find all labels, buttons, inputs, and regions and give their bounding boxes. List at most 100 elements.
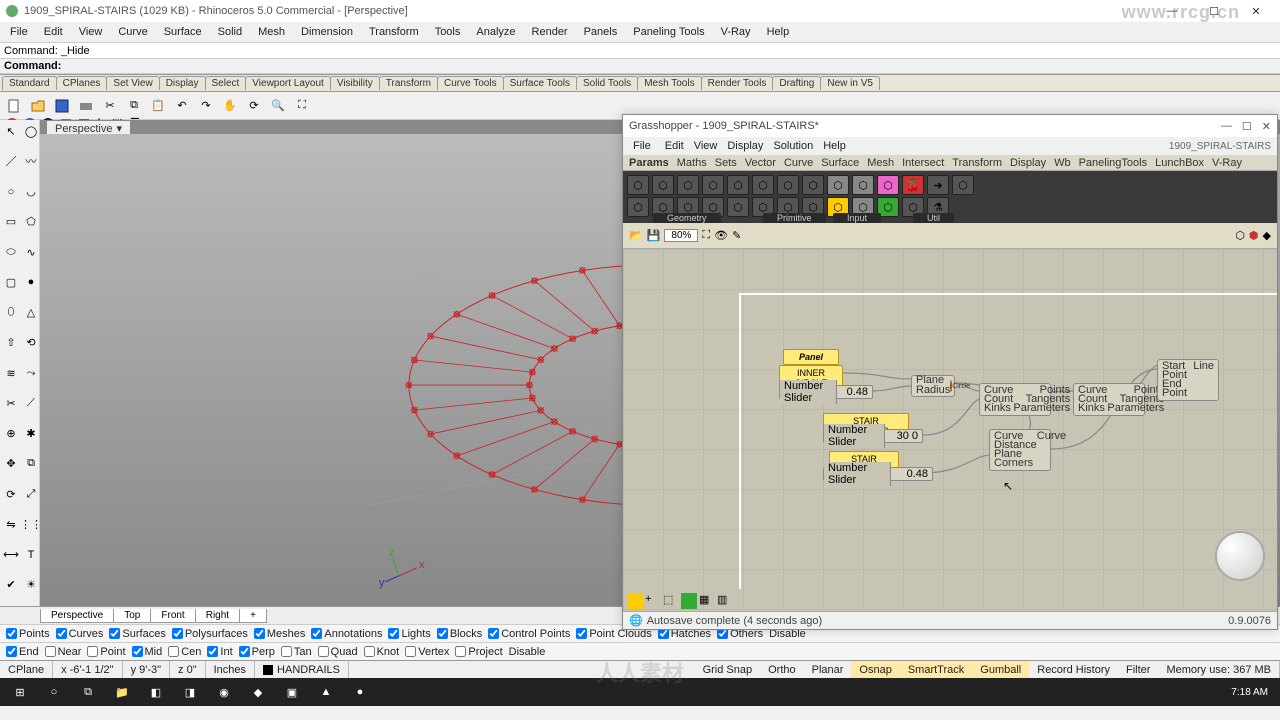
move-icon[interactable]: ✥ bbox=[2, 455, 20, 473]
gh-slider-1[interactable]: Number Slider0.48 bbox=[779, 385, 873, 399]
check-icon[interactable]: ✔ bbox=[2, 576, 20, 594]
gh-slider-2[interactable]: Number Slider30 0 bbox=[823, 429, 923, 443]
sweep-icon[interactable]: ⤳ bbox=[22, 364, 40, 382]
app3-icon[interactable]: ◆ bbox=[242, 680, 274, 704]
toggle-gridsnap[interactable]: Grid Snap bbox=[695, 661, 761, 678]
rhino-task-icon[interactable]: ▲ bbox=[310, 680, 342, 704]
explorer-icon[interactable]: 📁 bbox=[106, 680, 138, 704]
gh-zoom[interactable]: 80% bbox=[664, 229, 698, 242]
tab-setview[interactable]: Set View bbox=[106, 76, 159, 90]
vtab-perspective[interactable]: Perspective bbox=[40, 609, 114, 623]
ellipse-icon[interactable]: ⬭ bbox=[2, 243, 20, 261]
vtab-top[interactable]: Top bbox=[113, 609, 151, 623]
menu-curve[interactable]: Curve bbox=[112, 25, 153, 39]
osnap-cen[interactable]: Cen bbox=[168, 646, 201, 658]
menu-dimension[interactable]: Dimension bbox=[295, 25, 359, 39]
gh-tab-intersect[interactable]: Intersect bbox=[902, 157, 944, 169]
cone-icon[interactable]: △ bbox=[22, 304, 40, 322]
tab-display[interactable]: Display bbox=[159, 76, 206, 90]
clock[interactable]: 7:18 AM bbox=[1223, 687, 1276, 698]
gh-node-circle[interactable]: PlaneRadius Circle bbox=[911, 375, 955, 397]
gh-tab-sets[interactable]: Sets bbox=[715, 157, 737, 169]
gh-comp-13[interactable]: ➜ bbox=[927, 175, 949, 195]
gh-tab-display[interactable]: Display bbox=[1010, 157, 1046, 169]
menu-vray[interactable]: V-Ray bbox=[715, 25, 757, 39]
save-icon[interactable] bbox=[52, 96, 72, 116]
filter-polysurfaces[interactable]: Polysurfaces bbox=[172, 628, 248, 640]
start-icon[interactable]: ⊞ bbox=[4, 680, 36, 704]
menu-panelingtools[interactable]: Paneling Tools bbox=[627, 25, 710, 39]
gh-sketch-icon[interactable]: ✎ bbox=[732, 229, 741, 242]
gh-tab-mesh[interactable]: Mesh bbox=[867, 157, 894, 169]
gh-comp-8[interactable]: ⬡ bbox=[802, 175, 824, 195]
menu-mesh[interactable]: Mesh bbox=[252, 25, 291, 39]
open-icon[interactable] bbox=[28, 96, 48, 116]
gh-open-icon[interactable]: 📂 bbox=[629, 229, 643, 242]
gh-menu-help[interactable]: Help bbox=[823, 140, 846, 152]
gh-tab-lunchbox[interactable]: LunchBox bbox=[1155, 157, 1204, 169]
menu-panels[interactable]: Panels bbox=[578, 25, 624, 39]
tab-drafting[interactable]: Drafting bbox=[772, 76, 821, 90]
menu-file[interactable]: File bbox=[4, 25, 34, 39]
toggle-gumball[interactable]: Gumball bbox=[972, 661, 1029, 678]
tab-standard[interactable]: Standard bbox=[2, 76, 57, 90]
gh-comp-10[interactable]: ⬡ bbox=[852, 175, 874, 195]
gh-ct-4[interactable] bbox=[681, 593, 697, 609]
sphere-icon[interactable]: ● bbox=[22, 273, 40, 291]
gh-menu-view[interactable]: View bbox=[694, 140, 718, 152]
gh-comp-15[interactable]: ⬡ bbox=[627, 197, 649, 217]
polyline-icon[interactable]: 〰 bbox=[22, 152, 40, 170]
osnap-quad[interactable]: Quad bbox=[318, 646, 358, 658]
redo-icon[interactable]: ↷ bbox=[196, 96, 216, 116]
osnap-disable[interactable]: Disable bbox=[509, 646, 546, 658]
copy2-icon[interactable]: ⧉ bbox=[22, 455, 40, 473]
polygon-icon[interactable]: ⬠ bbox=[22, 213, 40, 231]
gh-comp-2[interactable]: ⬡ bbox=[652, 175, 674, 195]
tab-cplanes[interactable]: CPlanes bbox=[56, 76, 108, 90]
tab-solidtools[interactable]: Solid Tools bbox=[576, 76, 638, 90]
filter-lights[interactable]: Lights bbox=[388, 628, 430, 640]
gh-panel-header[interactable]: Panel bbox=[783, 349, 839, 365]
paste-icon[interactable]: 📋 bbox=[148, 96, 168, 116]
extrude-icon[interactable]: ⇧ bbox=[2, 334, 20, 352]
toggle-smarttrack[interactable]: SmartTrack bbox=[900, 661, 972, 678]
text-icon[interactable]: T bbox=[22, 546, 40, 564]
gh-node-offset[interactable]: CurveDistancePlaneCorners Curve bbox=[989, 429, 1051, 471]
osnap-perp[interactable]: Perp bbox=[239, 646, 275, 658]
gh-comp-1[interactable]: ⬡ bbox=[627, 175, 649, 195]
gh-node-divide-2[interactable]: CurveCountKinks PointsTangentsParameters bbox=[1073, 383, 1145, 416]
gh-close-button[interactable]: ✕ bbox=[1262, 120, 1271, 133]
osnap-int[interactable]: Int bbox=[207, 646, 232, 658]
gh-node-divide-1[interactable]: CurveCountKinks PointsTangentsParameters bbox=[979, 383, 1051, 416]
toggle-planar[interactable]: Planar bbox=[804, 661, 852, 678]
tab-surfacetools[interactable]: Surface Tools bbox=[503, 76, 577, 90]
status-units[interactable]: Inches bbox=[206, 661, 255, 678]
gh-compass[interactable] bbox=[1215, 531, 1265, 581]
filter-points[interactable]: Points bbox=[6, 628, 50, 640]
menu-edit[interactable]: Edit bbox=[38, 25, 69, 39]
tab-meshtools[interactable]: Mesh Tools bbox=[637, 76, 701, 90]
cut-icon[interactable]: ✂ bbox=[100, 96, 120, 116]
gh-menu-display[interactable]: Display bbox=[727, 140, 763, 152]
gh-tab-transform[interactable]: Transform bbox=[952, 157, 1002, 169]
gh-menu-file[interactable]: File bbox=[629, 140, 655, 152]
filter-meshes[interactable]: Meshes bbox=[254, 628, 306, 640]
tab-select[interactable]: Select bbox=[205, 76, 247, 90]
search-icon[interactable]: ○ bbox=[38, 680, 70, 704]
menu-analyze[interactable]: Analyze bbox=[470, 25, 521, 39]
gh-comp-12[interactable]: 🍒 bbox=[902, 175, 924, 195]
menu-surface[interactable]: Surface bbox=[158, 25, 208, 39]
rotate-icon[interactable]: ⟳ bbox=[244, 96, 264, 116]
render-icon[interactable]: ☀ bbox=[22, 576, 40, 594]
split-icon[interactable]: ⟋ bbox=[22, 394, 40, 412]
new-icon[interactable] bbox=[4, 96, 24, 116]
tab-viewportlayout[interactable]: Viewport Layout bbox=[245, 76, 331, 90]
gh-comp-19[interactable]: ⬡ bbox=[727, 197, 749, 217]
gh-tab-surface[interactable]: Surface bbox=[821, 157, 859, 169]
gh-comp-7[interactable]: ⬡ bbox=[777, 175, 799, 195]
gh-tab-params[interactable]: Params bbox=[629, 157, 669, 169]
filter-annotations[interactable]: Annotations bbox=[311, 628, 382, 640]
gh-ct-2[interactable]: + bbox=[645, 593, 661, 609]
gh-tab-maths[interactable]: Maths bbox=[677, 157, 707, 169]
lasso-icon[interactable]: ◯ bbox=[22, 122, 40, 140]
